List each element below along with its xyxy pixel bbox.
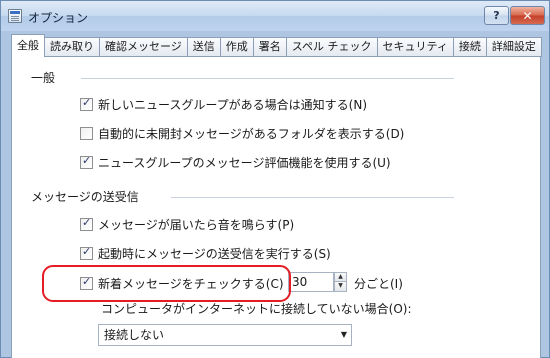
general-heading: 一般 xyxy=(31,71,56,85)
tab-advanced[interactable]: 詳細設定 xyxy=(485,37,542,57)
close-icon: ✕ xyxy=(522,8,533,23)
play-sound-option[interactable]: メッセージが届いたら音を鳴らす(P) xyxy=(80,216,294,233)
tab-security[interactable]: セキュリティ xyxy=(376,37,454,57)
send-receive-heading: メッセージの送受信 xyxy=(31,190,139,204)
title-bar[interactable]: オプション ? ✕ xyxy=(1,1,549,31)
play-sound-checkbox[interactable] xyxy=(80,216,93,231)
tab-read[interactable]: 読み取り xyxy=(44,37,100,57)
offline-behavior-select[interactable]: 接続しない ▼ xyxy=(98,324,352,346)
show-unread-folders-label: 自動的に未開封メッセージがあるフォルダを表示する(D) xyxy=(98,127,405,141)
general-divider xyxy=(81,78,454,79)
notify-new-newsgroups-checkbox[interactable] xyxy=(80,96,93,111)
newsgroup-rating-checkbox[interactable] xyxy=(80,154,93,169)
tab-connection[interactable]: 接続 xyxy=(452,37,487,57)
send-receive-at-startup-label: 起動時にメッセージの送受信を実行する(S) xyxy=(98,247,331,261)
tab-receipts[interactable]: 確認メッセージ xyxy=(99,37,188,57)
tab-spelling[interactable]: スペル チェック xyxy=(285,37,378,57)
tab-general[interactable]: 全般 xyxy=(11,34,45,57)
notify-new-newsgroups-label: 新しいニュースグループがある場合は通知する(N) xyxy=(98,98,368,112)
spin-down-icon[interactable]: ▼ xyxy=(334,282,347,292)
tab-compose[interactable]: 作成 xyxy=(219,37,254,57)
check-new-messages-checkbox[interactable] xyxy=(80,275,93,290)
newsgroup-rating-option[interactable]: ニュースグループのメッセージ評価機能を使用する(U) xyxy=(80,154,391,171)
check-interval-spinner[interactable]: ▲ ▼ xyxy=(334,272,347,292)
show-unread-folders-option[interactable]: 自動的に未開封メッセージがあるフォルダを表示する(D) xyxy=(80,125,404,142)
offline-behavior-label: コンピュータがインターネットに接続していない場合(O): xyxy=(101,302,412,316)
check-interval-unit-label: 分ごと(I) xyxy=(354,277,403,291)
send-receive-at-startup-checkbox[interactable] xyxy=(80,245,93,260)
send-receive-divider xyxy=(171,197,454,198)
app-icon xyxy=(8,9,22,23)
play-sound-label: メッセージが届いたら音を鳴らす(P) xyxy=(98,218,295,232)
notify-new-newsgroups-option[interactable]: 新しいニュースグループがある場合は通知する(N) xyxy=(80,96,367,113)
spin-up-icon[interactable]: ▲ xyxy=(334,272,347,282)
help-button[interactable]: ? xyxy=(484,6,509,25)
options-dialog: オプション ? ✕ 全般 読み取り 確認メッセージ 送信 作成 署名 スペル チ… xyxy=(0,0,550,358)
show-unread-folders-checkbox[interactable] xyxy=(80,127,93,140)
tab-send[interactable]: 送信 xyxy=(186,37,221,57)
chevron-down-icon[interactable]: ▼ xyxy=(341,325,347,345)
send-receive-at-startup-option[interactable]: 起動時にメッセージの送受信を実行する(S) xyxy=(80,245,331,262)
offline-behavior-value: 接続しない xyxy=(104,328,165,342)
close-button[interactable]: ✕ xyxy=(510,6,545,25)
check-new-messages-label: 新着メッセージをチェックする(C) xyxy=(98,277,284,291)
tab-strip: 全般 読み取り 確認メッセージ 送信 作成 署名 スペル チェック セキュリティ… xyxy=(11,34,542,57)
newsgroup-rating-label: ニュースグループのメッセージ評価機能を使用する(U) xyxy=(98,156,391,170)
check-interval-input[interactable]: 30 xyxy=(288,272,334,292)
check-new-messages-option[interactable]: 新着メッセージをチェックする(C) xyxy=(80,275,284,292)
tab-signatures[interactable]: 署名 xyxy=(252,37,287,57)
window-title: オプション xyxy=(28,11,89,25)
